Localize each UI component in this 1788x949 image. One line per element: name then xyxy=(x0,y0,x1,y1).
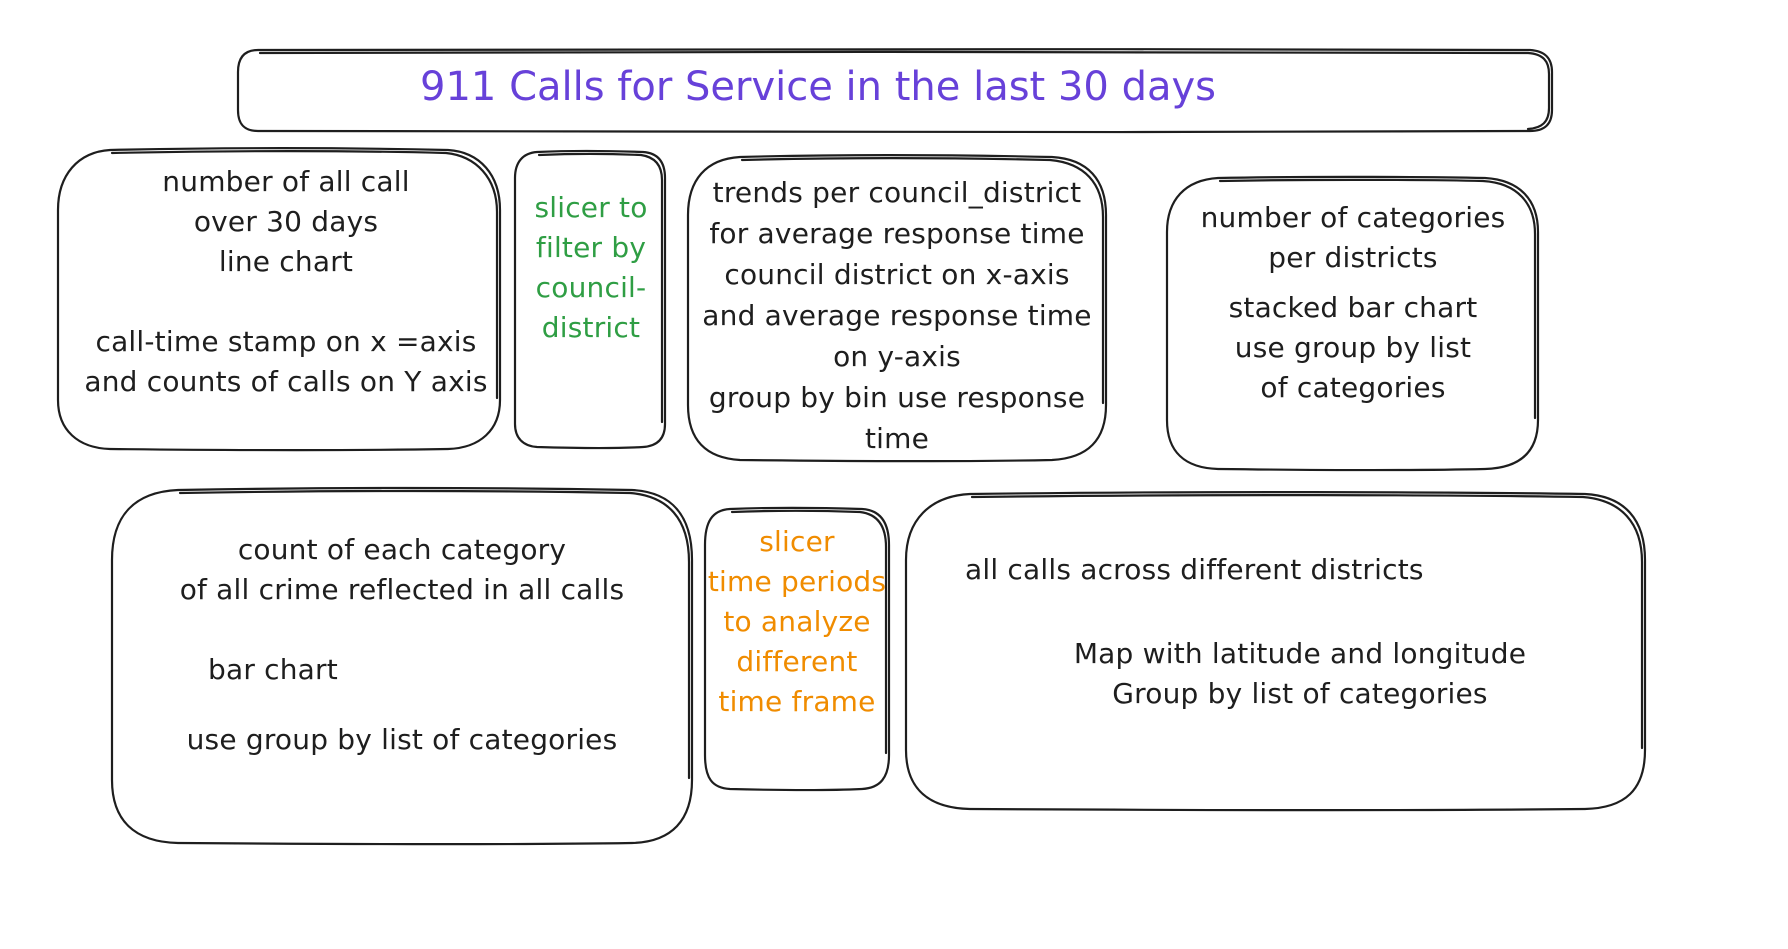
calls-line-chart-box: number of all call over 30 days line cha… xyxy=(46,162,526,402)
box-text-line: call-time stamp on x =axis xyxy=(95,325,477,358)
box-text-line: bar chart xyxy=(208,653,338,686)
box-text-line: use group by list xyxy=(1234,331,1472,364)
categories-stacked-bar-box: number of categories per districts stack… xyxy=(1178,198,1528,408)
box-text-line: on y-axis xyxy=(833,340,961,373)
box-text-line: filter by xyxy=(535,231,647,264)
box-text-line: stacked bar chart xyxy=(1228,291,1478,324)
time-slicer-box: slicer time periods to analyze different… xyxy=(700,522,894,722)
box-text-line xyxy=(112,610,692,650)
box-text-line: council- xyxy=(535,271,647,304)
box-text-line: number of all call xyxy=(162,165,410,198)
box-text-line: time frame xyxy=(718,685,876,718)
box-text-line xyxy=(930,590,1630,634)
response-time-trends-box: trends per council_district for average … xyxy=(672,172,1122,459)
wireframe-sketch xyxy=(56,47,1647,846)
box-text-line: and counts of calls on Y axis xyxy=(84,365,488,398)
box-text-line: slicer to xyxy=(534,191,648,224)
box-text-line: use group by list of categories xyxy=(186,723,618,756)
box-text-line: Group by list of categories xyxy=(1112,677,1488,710)
dashboard-title: 911 Calls for Service in the last 30 day… xyxy=(420,64,1216,110)
box-text-line: per districts xyxy=(1268,241,1438,274)
box-text-line xyxy=(112,690,692,720)
box-text-line xyxy=(46,282,526,322)
box-text-line: Map with latitude and longitude xyxy=(1073,637,1527,670)
box-text-line: line chart xyxy=(218,245,354,278)
box-text-line: different xyxy=(736,645,858,678)
box-text-line: time periods xyxy=(707,565,887,598)
box-text-line: number of categories xyxy=(1200,201,1506,234)
box-text-line: of categories xyxy=(1260,371,1446,404)
box-text-line: for average response time xyxy=(709,217,1085,250)
box-text-line: all calls across different districts xyxy=(965,553,1424,586)
box-text-line: council district on x-axis xyxy=(724,258,1070,291)
category-bar-chart-box: count of each category of all crime refl… xyxy=(112,530,692,760)
box-text-line: trends per council_district xyxy=(712,176,1082,209)
box-text-line: and average response time xyxy=(702,299,1092,332)
box-text-line: over 30 days xyxy=(193,205,379,238)
box-text-line: of all crime reflected in all calls xyxy=(179,573,625,606)
box-text-line: group by bin use response xyxy=(708,381,1086,414)
district-slicer-box: slicer to filter by council- district xyxy=(510,188,672,348)
box-text-line: district xyxy=(541,311,641,344)
district-map-box: all calls across different districts Map… xyxy=(930,550,1630,714)
box-text-line: to analyze xyxy=(723,605,871,638)
box-text-line: count of each category xyxy=(237,533,567,566)
box-text-line: slicer xyxy=(759,525,835,558)
box-text-line: time xyxy=(864,422,930,455)
